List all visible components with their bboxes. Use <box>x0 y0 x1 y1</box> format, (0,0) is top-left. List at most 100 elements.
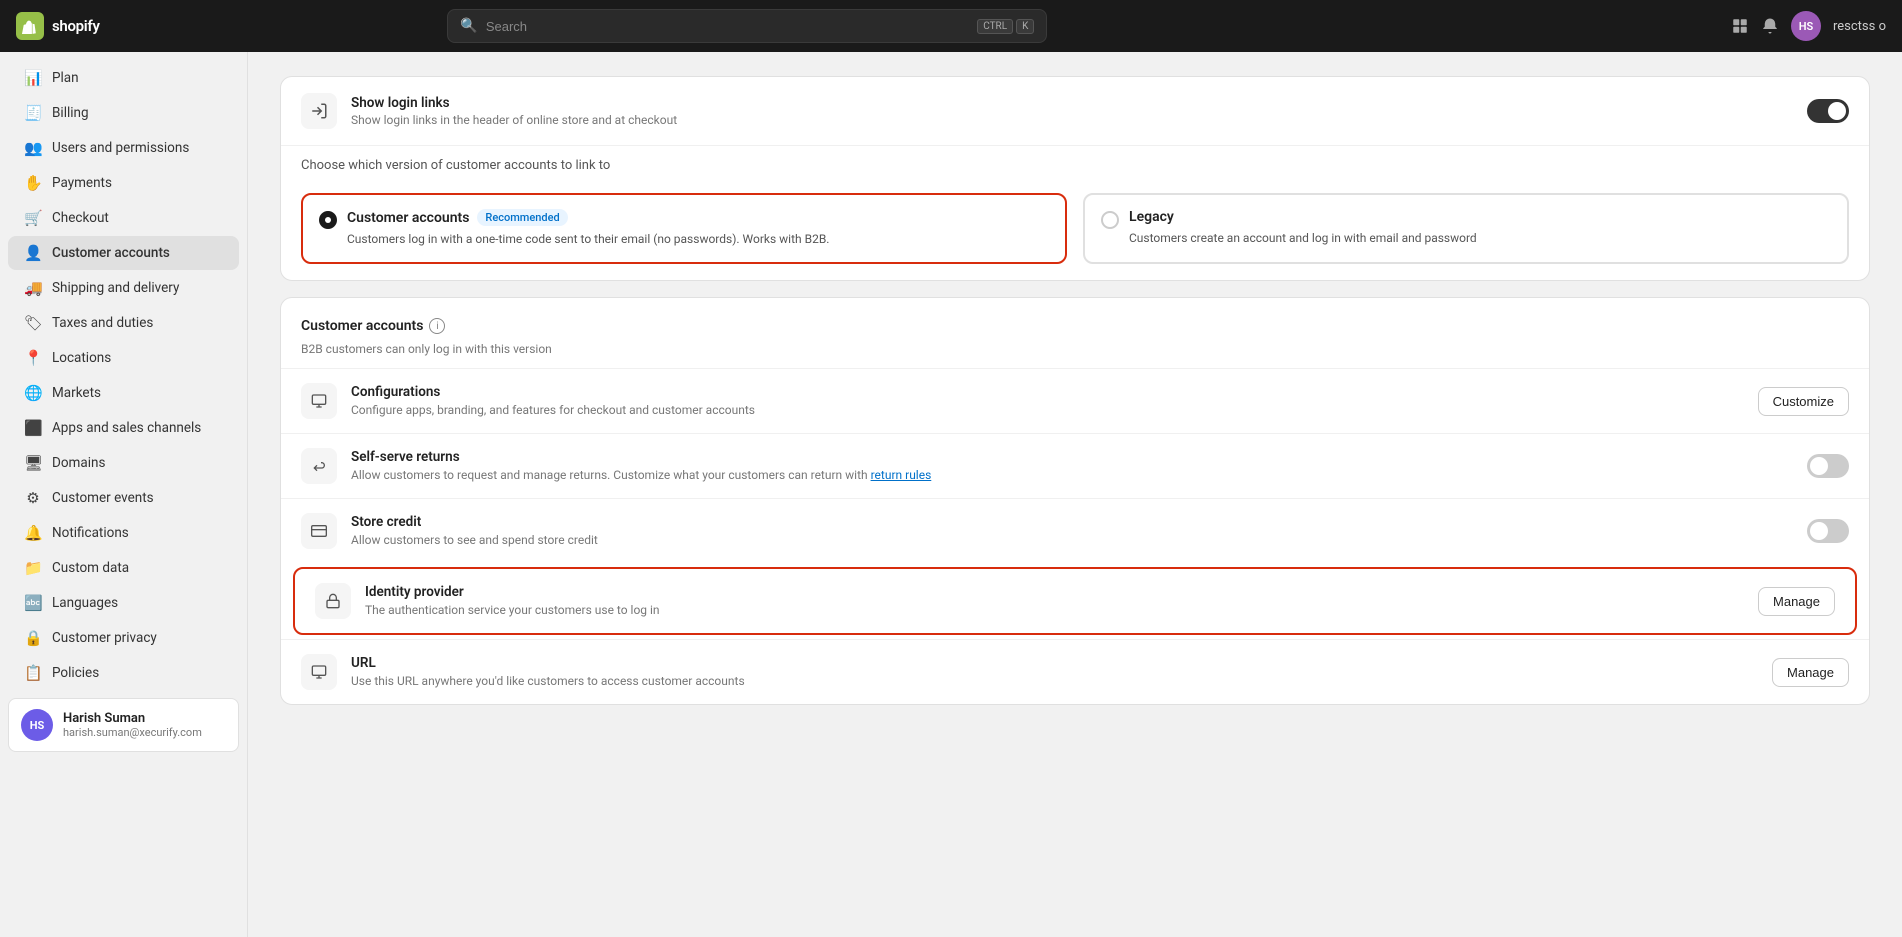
section-title: Customer accounts <box>301 318 423 334</box>
configurations-icon <box>301 383 337 419</box>
section-subtitle: B2B customers can only log in with this … <box>281 342 1869 368</box>
feature-row-store-credit: Store credit Allow customers to see and … <box>281 498 1869 563</box>
sidebar-item-notifications[interactable]: 🔔 Notifications <box>8 516 239 550</box>
identity-title: Identity provider <box>365 584 1744 600</box>
sidebar-item-apps[interactable]: ⬛ Apps and sales channels <box>8 411 239 445</box>
sidebar-item-payments[interactable]: ✋ Payments <box>8 166 239 200</box>
radio-legacy[interactable] <box>1101 211 1119 229</box>
login-links-text: Show login links Show login links in the… <box>351 95 1793 127</box>
store-credit-text: Store credit Allow customers to see and … <box>351 514 1793 549</box>
sidebar-footer[interactable]: HS Harish Suman harish.suman@xecurify.co… <box>8 698 239 752</box>
sidebar-item-locations[interactable]: 📍 Locations <box>8 341 239 375</box>
sidebar-item-markets[interactable]: 🌐 Markets <box>8 376 239 410</box>
topnav: shopify 🔍 CTRL K HS resctss o <box>0 0 1902 52</box>
sidebar-label-domains: Domains <box>52 455 105 471</box>
sidebar-item-customer-privacy[interactable]: 🔒 Customer privacy <box>8 621 239 655</box>
toggle-thumb <box>1828 102 1846 120</box>
notifications-icon: 🔔 <box>24 524 42 542</box>
store-credit-desc: Allow customers to see and spend store c… <box>351 532 1793 549</box>
info-icon[interactable]: i <box>429 318 445 334</box>
store-credit-toggle-thumb <box>1810 522 1828 540</box>
version-new-content: Customer accounts Recommended Customers … <box>347 209 829 248</box>
search-input[interactable] <box>486 19 969 34</box>
user-avatar[interactable]: HS <box>1791 11 1821 41</box>
returns-toggle-track[interactable] <box>1807 454 1849 478</box>
ctrl-key: CTRL <box>977 19 1013 34</box>
customer-privacy-icon: 🔒 <box>24 629 42 647</box>
sidebar-item-plan[interactable]: 📊 Plan <box>8 61 239 95</box>
sidebar-label-customer-accounts: Customer accounts <box>52 245 170 261</box>
checkout-icon: 🛒 <box>24 209 42 227</box>
sidebar-label-users: Users and permissions <box>52 140 189 156</box>
url-manage-button[interactable]: Manage <box>1772 658 1849 687</box>
version-prompt: Choose which version of customer account… <box>281 146 1869 177</box>
footer-name: Harish Suman <box>63 711 202 726</box>
sidebar-item-languages[interactable]: 🔤 Languages <box>8 586 239 620</box>
custom-data-icon: 📁 <box>24 559 42 577</box>
login-links-desc: Show login links in the header of online… <box>351 113 1793 127</box>
store-credit-toggle[interactable] <box>1807 519 1849 543</box>
sidebar-item-customer-events[interactable]: ⚙ Customer events <box>8 481 239 515</box>
returns-toggle[interactable] <box>1807 454 1849 478</box>
store-credit-toggle-track[interactable] <box>1807 519 1849 543</box>
customer-accounts-icon: 👤 <box>24 244 42 262</box>
policies-icon: 📋 <box>24 664 42 682</box>
returns-toggle-thumb <box>1810 457 1828 475</box>
shopify-logo[interactable]: shopify <box>16 12 100 40</box>
customer-accounts-card: Customer accounts i B2B customers can on… <box>280 297 1870 705</box>
main-content: Show login links Show login links in the… <box>248 52 1902 937</box>
sidebar-item-custom-data[interactable]: 📁 Custom data <box>8 551 239 585</box>
login-links-toggle[interactable] <box>1807 99 1849 123</box>
sidebar-item-taxes[interactable]: 🏷 Taxes and duties <box>8 306 239 340</box>
url-text: URL Use this URL anywhere you'd like cus… <box>351 655 1758 690</box>
version-legacy-desc: Customers create an account and log in w… <box>1129 229 1477 247</box>
version-legacy-content: Legacy Customers create an account and l… <box>1129 209 1477 248</box>
k-key: K <box>1016 19 1034 34</box>
footer-avatar: HS <box>21 709 53 741</box>
search-bar[interactable]: 🔍 CTRL K <box>447 9 1047 43</box>
search-shortcut: CTRL K <box>977 19 1034 34</box>
login-links-title: Show login links <box>351 95 1793 111</box>
footer-email: harish.suman@xecurify.com <box>63 726 202 739</box>
login-links-icon <box>301 93 337 129</box>
footer-user-info: Harish Suman harish.suman@xecurify.com <box>63 711 202 739</box>
customize-button[interactable]: Customize <box>1758 387 1849 416</box>
section-header: Customer accounts i <box>281 298 1869 342</box>
radio-new[interactable] <box>319 211 337 229</box>
identity-desc: The authentication service your customer… <box>365 602 1744 619</box>
sidebar-item-billing[interactable]: 🧾 Billing <box>8 96 239 130</box>
languages-icon: 🔤 <box>24 594 42 612</box>
sidebar-item-domains[interactable]: 🖥 Domains <box>8 446 239 480</box>
url-title: URL <box>351 655 1758 671</box>
app-layout: 📊 Plan 🧾 Billing 👥 Users and permissions… <box>0 52 1902 937</box>
bell-icon-btn[interactable] <box>1761 17 1779 35</box>
sidebar: 📊 Plan 🧾 Billing 👥 Users and permissions… <box>0 52 248 937</box>
markets-icon: 🌐 <box>24 384 42 402</box>
url-icon <box>301 654 337 690</box>
configurations-title: Configurations <box>351 384 1744 400</box>
identity-icon <box>315 583 351 619</box>
sidebar-item-checkout[interactable]: 🛒 Checkout <box>8 201 239 235</box>
version-chooser: Customer accounts Recommended Customers … <box>281 177 1869 280</box>
sidebar-item-shipping[interactable]: 🚚 Shipping and delivery <box>8 271 239 305</box>
billing-icon: 🧾 <box>24 104 42 122</box>
customer-events-icon: ⚙ <box>24 489 42 507</box>
sidebar-item-customer-accounts[interactable]: 👤 Customer accounts <box>8 236 239 270</box>
shipping-icon: 🚚 <box>24 279 42 297</box>
toggle-track-on[interactable] <box>1807 99 1849 123</box>
apps-icon-btn[interactable] <box>1731 17 1749 35</box>
version-new-desc: Customers log in with a one-time code se… <box>347 230 829 248</box>
username-label[interactable]: resctss o <box>1833 19 1886 34</box>
payments-icon: ✋ <box>24 174 42 192</box>
returns-icon <box>301 448 337 484</box>
sidebar-item-users[interactable]: 👥 Users and permissions <box>8 131 239 165</box>
version-option-new[interactable]: Customer accounts Recommended Customers … <box>301 193 1067 264</box>
identity-manage-button[interactable]: Manage <box>1758 587 1835 616</box>
sidebar-label-custom-data: Custom data <box>52 560 129 576</box>
returns-text: Self-serve returns Allow customers to re… <box>351 449 1793 484</box>
sidebar-item-policies[interactable]: 📋 Policies <box>8 656 239 690</box>
return-rules-link[interactable]: return rules <box>871 468 932 482</box>
sidebar-label-notifications: Notifications <box>52 525 129 541</box>
store-credit-title: Store credit <box>351 514 1793 530</box>
version-option-legacy[interactable]: Legacy Customers create an account and l… <box>1083 193 1849 264</box>
